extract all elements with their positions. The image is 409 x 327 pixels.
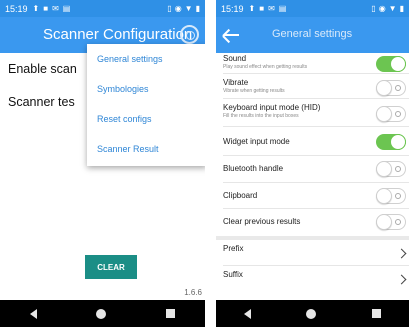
keyboard-input-mode-toggle[interactable]	[376, 106, 406, 122]
setting-label: Prefix	[223, 244, 244, 253]
nav-home-icon[interactable]	[96, 308, 107, 319]
nav-back-icon[interactable]	[29, 308, 37, 319]
version-label: 1.6.6	[184, 288, 202, 297]
location-icon: ◉	[378, 4, 386, 13]
menu-item-scanner-result[interactable]: Scanner Result	[87, 134, 205, 164]
clear-button[interactable]: CLEAR	[85, 255, 137, 279]
system-nav-bar	[216, 300, 409, 327]
bluetooth-handle-toggle[interactable]	[376, 161, 406, 177]
app-notification-icon: ■	[259, 4, 265, 13]
suffix-row[interactable]: Suffix	[216, 270, 409, 280]
upload-icon: ⬆	[32, 4, 40, 13]
page-title: Scanner Configuration	[43, 26, 193, 43]
app-notification-icon: ■	[43, 4, 49, 13]
message-icon: ▤	[62, 4, 71, 13]
wifi-icon: ▼	[184, 4, 193, 13]
prefix-row[interactable]: Prefix	[216, 244, 409, 254]
nav-recents-icon[interactable]	[372, 309, 382, 318]
sound-toggle[interactable]	[376, 56, 406, 72]
app-bar: General settings	[216, 17, 409, 53]
menu-item-reset-configs[interactable]: Reset configs	[87, 104, 205, 134]
status-bar: 15:19 ⬆ ■ ✉ ▤ ▯ ◉ ▼ ▮	[216, 0, 409, 17]
battery-icon: ▮	[399, 4, 404, 13]
nav-back-icon[interactable]	[243, 308, 251, 319]
enable-scan-row[interactable]: Enable scan	[8, 62, 77, 76]
page-title: General settings	[272, 28, 353, 40]
nav-recents-icon[interactable]	[166, 309, 176, 318]
vibrate-icon: ▯	[371, 4, 376, 13]
vibrate-icon: ▯	[167, 4, 172, 13]
back-arrow-icon[interactable]	[222, 26, 240, 44]
gear-icon[interactable]	[180, 25, 199, 44]
system-nav-bar	[0, 300, 205, 327]
menu-item-general-settings[interactable]: General settings	[87, 44, 205, 74]
status-time: 15:19	[5, 3, 28, 14]
status-time: 15:19	[221, 3, 244, 14]
vibrate-toggle[interactable]	[376, 80, 406, 96]
message-icon: ▤	[278, 4, 287, 13]
widget-input-mode-toggle[interactable]	[376, 134, 406, 150]
wifi-icon: ▼	[388, 4, 397, 13]
status-bar: 15:19 ⬆ ■ ✉ ▤ ▯ ◉ ▼ ▮	[0, 0, 205, 17]
clear-previous-results-toggle[interactable]	[376, 214, 406, 230]
scanner-config-screen: 15:19 ⬆ ■ ✉ ▤ ▯ ◉ ▼ ▮ Scanner Configurat…	[0, 0, 205, 327]
nav-home-icon[interactable]	[306, 308, 317, 319]
section-divider	[216, 236, 409, 240]
upload-icon: ⬆	[248, 4, 256, 13]
location-icon: ◉	[174, 4, 182, 13]
clipboard-toggle[interactable]	[376, 188, 406, 204]
mail-icon: ✉	[52, 4, 59, 13]
setting-label: Suffix	[223, 270, 243, 279]
mail-icon: ✉	[268, 4, 275, 13]
scanner-test-row[interactable]: Scanner tes	[8, 95, 75, 109]
battery-icon: ▮	[195, 4, 200, 13]
settings-dropdown-menu: General settings Symbologies Reset confi…	[87, 44, 205, 166]
menu-item-symbologies[interactable]: Symbologies	[87, 74, 205, 104]
general-settings-screen: 15:19 ⬆ ■ ✉ ▤ ▯ ◉ ▼ ▮ General settings S…	[216, 0, 409, 327]
